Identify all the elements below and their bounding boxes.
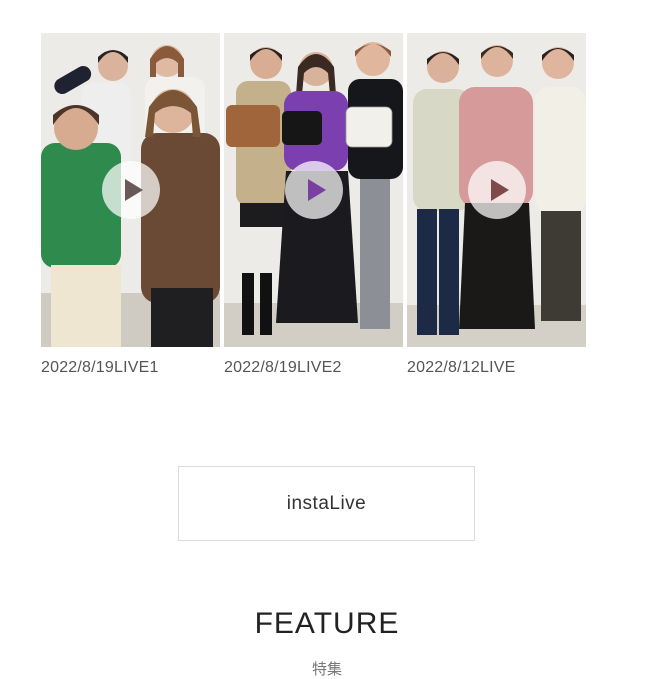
video-thumbnail-3[interactable] <box>407 33 586 347</box>
video-list: 2022/8/19LIVE1 2022/8/19LIVE2 2022/8/12L… <box>41 33 586 377</box>
video-card-1[interactable]: 2022/8/19LIVE1 <box>41 33 220 377</box>
video-caption-3: 2022/8/12LIVE <box>407 359 516 376</box>
video-caption-1: 2022/8/19LIVE1 <box>41 359 159 376</box>
instalive-button[interactable]: instaLive <box>178 466 475 541</box>
play-icon[interactable] <box>467 161 526 219</box>
feature-subheading: 特集 <box>311 660 342 678</box>
video-card-3[interactable]: 2022/8/12LIVE <box>407 33 586 377</box>
video-card-2[interactable]: 2022/8/19LIVE2 <box>224 33 403 377</box>
feature-heading: FEATURE <box>254 607 400 640</box>
video-thumbnail-2[interactable] <box>224 33 403 347</box>
video-caption-2: 2022/8/19LIVE2 <box>224 359 342 376</box>
page: 2022/8/19LIVE1 2022/8/19LIVE2 2022/8/12L… <box>0 0 654 679</box>
video-thumbnail-1[interactable] <box>41 33 220 347</box>
play-icon[interactable] <box>284 161 343 219</box>
play-icon[interactable] <box>101 161 160 219</box>
